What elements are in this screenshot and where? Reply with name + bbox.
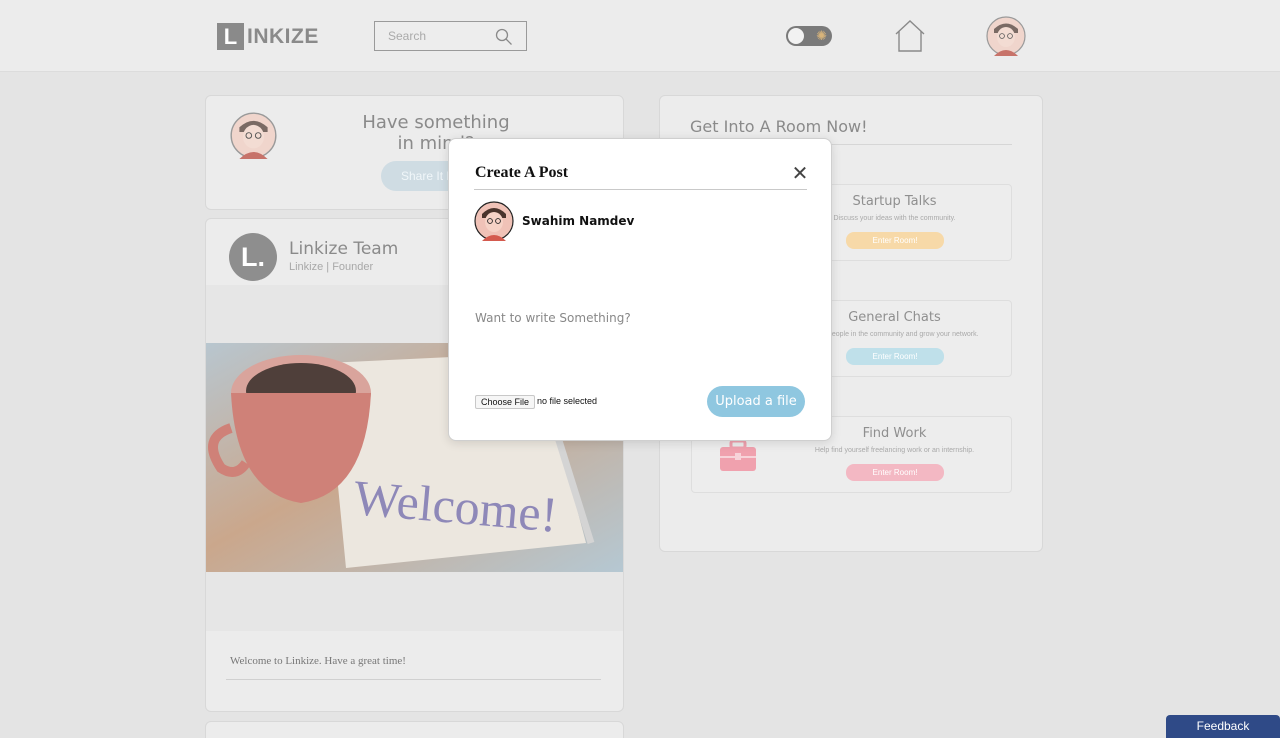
file-status: no file selected <box>537 396 598 406</box>
feedback-button[interactable]: Feedback <box>1166 715 1280 738</box>
author-name: Swahim Namdev <box>522 214 635 228</box>
close-icon[interactable]: ✕ <box>790 163 810 183</box>
modal-divider <box>474 189 807 190</box>
post-text-input[interactable] <box>475 311 805 351</box>
author-avatar <box>474 201 514 241</box>
upload-file-button[interactable]: Upload a file <box>707 386 805 417</box>
choose-file-button[interactable]: Choose File <box>475 395 536 409</box>
modal-title: Create A Post <box>475 164 569 181</box>
create-post-modal: Create A Post ✕ Swahim Namdev Choose Fil… <box>448 138 832 441</box>
